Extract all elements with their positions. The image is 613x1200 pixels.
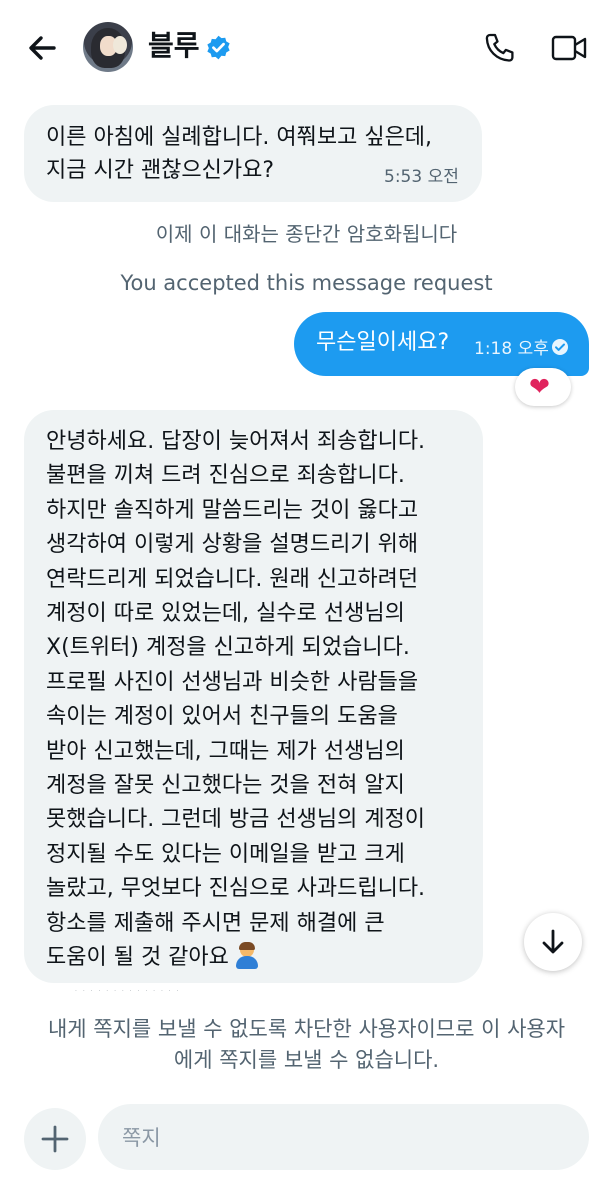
message-timestamp: 1:18 오후 <box>474 339 549 359</box>
plus-icon <box>41 1125 69 1153</box>
message-text: 안녕하세요. 답장이 늦어져서 죄송합니다. 불편을 끼쳐 드려 진심으로 죄송… <box>46 429 426 971</box>
person-bowing-emoji <box>233 942 261 970</box>
verified-badge-icon <box>207 35 230 60</box>
message-text: 무슨일이세요? <box>316 330 450 355</box>
scroll-down-arrow-icon <box>542 929 564 954</box>
outgoing-message[interactable]: 무슨일이세요? 1:18 오후 <box>294 312 589 376</box>
read-check-icon <box>552 339 568 355</box>
heart-icon: ❤ <box>529 372 550 401</box>
blocked-notice: 내게 쪽지를 보낼 수 없도록 차단한 사용자이므로 이 사용자에게 쪽지를 보… <box>47 1017 566 1072</box>
video-icon[interactable] <box>550 32 588 64</box>
avatar[interactable] <box>83 22 133 72</box>
incoming-message[interactable]: 이른 아침에 실례합니다. 여쭤보고 싶은데, 지금 시간 괜찮으신가요? <box>24 105 482 202</box>
incoming-message[interactable]: 안녕하세요. 답장이 늦어져서 죄송합니다. 불편을 끼쳐 드려 진심으로 죄송… <box>24 410 483 983</box>
message-input-placeholder: 쪽지 <box>122 1126 161 1150</box>
contact-name[interactable]: 블루 <box>148 28 200 64</box>
heart-reaction[interactable]: ❤ <box>515 368 571 406</box>
scroll-to-bottom-button[interactable] <box>524 913 582 971</box>
message-input[interactable]: 쪽지 <box>98 1104 589 1170</box>
faint-divider: · · · · · · · · · · · · · · <box>75 988 181 995</box>
message-timestamp: 5:53 오전 <box>384 167 459 187</box>
conversation-header: 블루 <box>0 0 613 96</box>
back-arrow-icon[interactable] <box>24 30 60 66</box>
request-accepted-notice: You accepted this message request <box>120 271 493 295</box>
encryption-notice: 이제 이 대화는 종단간 암호화됩니다 <box>155 222 458 246</box>
phone-icon[interactable] <box>481 30 517 66</box>
add-media-button[interactable] <box>24 1108 86 1170</box>
